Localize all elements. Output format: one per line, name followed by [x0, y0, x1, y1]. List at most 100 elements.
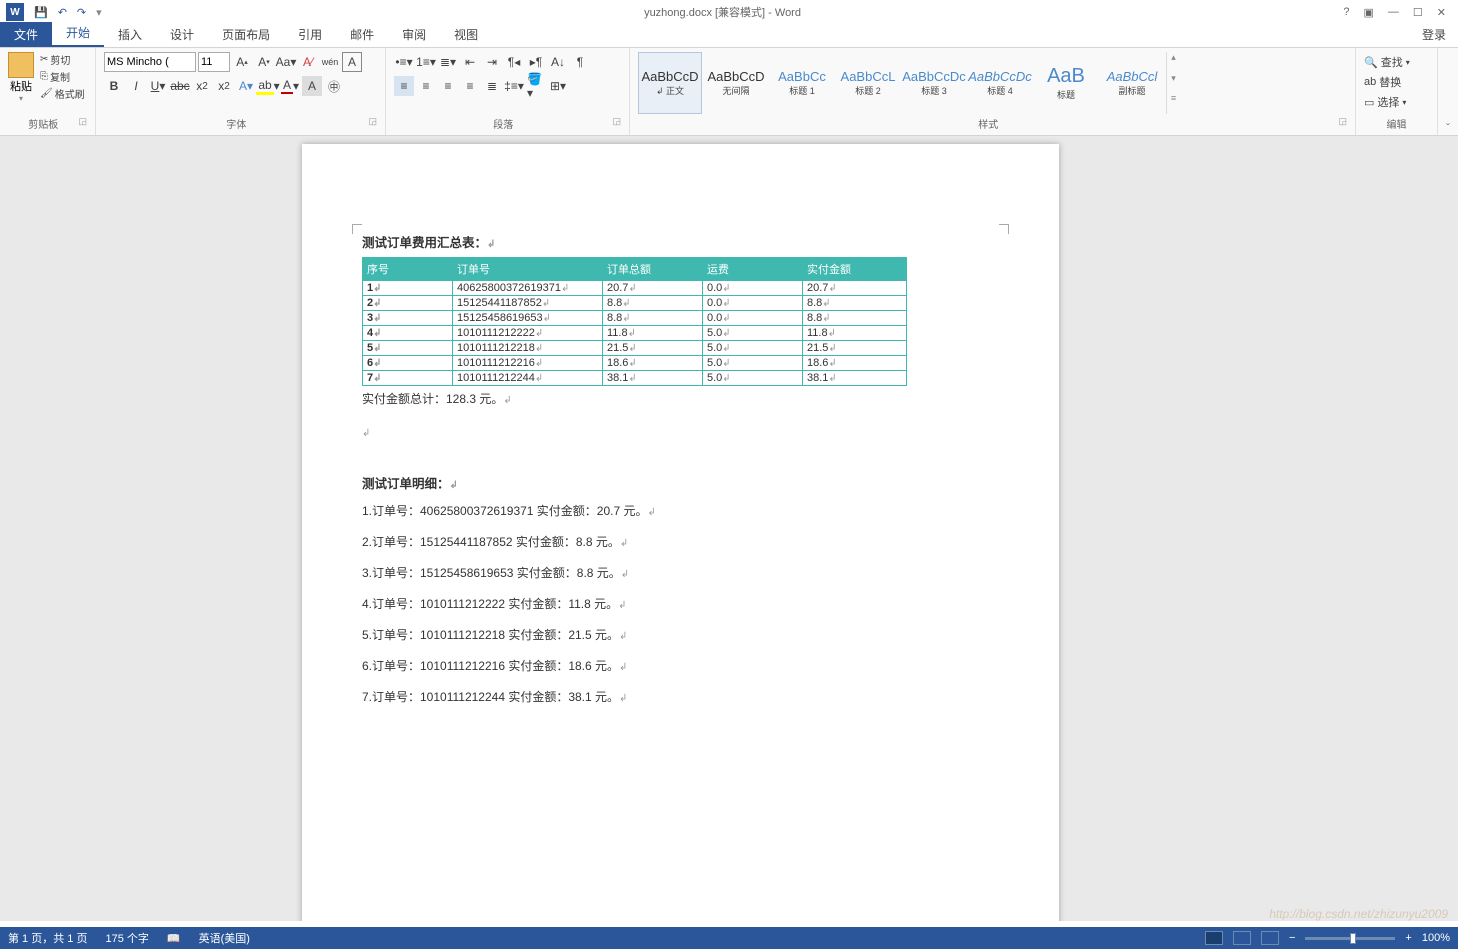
- style-item[interactable]: AaBbCcL标题 2: [836, 52, 900, 114]
- tab-mailings[interactable]: 邮件: [336, 22, 388, 47]
- zoom-in-button[interactable]: +: [1405, 932, 1411, 944]
- table-row: 1↲40625800372619371↲20.7↲0.0↲20.7↲: [363, 281, 907, 296]
- multilevel-button[interactable]: ≣▾: [438, 52, 458, 72]
- show-marks-button[interactable]: ¶: [570, 52, 590, 72]
- cut-button[interactable]: ✂剪切: [40, 52, 85, 67]
- line-spacing-button[interactable]: ‡≡▾: [504, 76, 524, 96]
- page-indicator[interactable]: 第 1 页，共 1 页: [8, 930, 87, 946]
- style-item[interactable]: AaBbCcDc标题 4: [968, 52, 1032, 114]
- bold-button[interactable]: B: [104, 76, 124, 96]
- zoom-out-button[interactable]: −: [1289, 932, 1295, 944]
- group-styles: AaBbCcD↲ 正文AaBbCcD无间隔AaBbCc标题 1AaBbCcL标题…: [630, 48, 1356, 135]
- collapse-ribbon-icon[interactable]: ˇ: [1438, 48, 1458, 135]
- decrease-indent-button[interactable]: ⇤: [460, 52, 480, 72]
- find-button[interactable]: 🔍查找▾: [1364, 52, 1429, 72]
- tab-file[interactable]: 文件: [0, 22, 52, 47]
- style-item[interactable]: AaBbCcDc标题 3: [902, 52, 966, 114]
- paste-icon: [8, 52, 34, 78]
- read-mode-view[interactable]: [1233, 931, 1251, 945]
- help-icon[interactable]: ?: [1343, 6, 1349, 19]
- dialog-launcher-icon[interactable]: ◲: [1338, 116, 1347, 127]
- shrink-font-button[interactable]: A▾: [254, 52, 274, 72]
- increase-indent-button[interactable]: ⇥: [482, 52, 502, 72]
- page-content[interactable]: 测试订单费用汇总表：↲ 序号 订单号 订单总额 运费 实付金额 1↲406258…: [302, 144, 1059, 739]
- highlight-button[interactable]: ab▾: [258, 76, 278, 96]
- grow-font-button[interactable]: A▴: [232, 52, 252, 72]
- clear-format-button[interactable]: A⁄: [298, 52, 318, 72]
- justify-button[interactable]: ≡: [460, 76, 480, 96]
- enclose-char-button[interactable]: ㊥: [324, 76, 344, 96]
- bullets-button[interactable]: •≡▾: [394, 52, 414, 72]
- print-layout-view[interactable]: [1205, 931, 1223, 945]
- strikethrough-button[interactable]: abc: [170, 76, 190, 96]
- title-bar: W 💾 ↶ ↷ ▾ yuzhong.docx [兼容模式] - Word ? ▣…: [0, 0, 1458, 24]
- tab-insert[interactable]: 插入: [104, 22, 156, 47]
- word-count[interactable]: 175 个字: [105, 930, 148, 946]
- zoom-level[interactable]: 100%: [1422, 932, 1450, 944]
- spellcheck-icon[interactable]: 📖: [167, 932, 181, 945]
- sign-in[interactable]: 登录: [1410, 22, 1458, 47]
- align-right-button[interactable]: ≡: [438, 76, 458, 96]
- italic-button[interactable]: I: [126, 76, 146, 96]
- tab-home[interactable]: 开始: [52, 20, 104, 47]
- style-item[interactable]: AaBbCcD无间隔: [704, 52, 768, 114]
- tab-view[interactable]: 视图: [440, 22, 492, 47]
- tab-review[interactable]: 审阅: [388, 22, 440, 47]
- detail-line: 2.订单号：15125441187852 实付金额：8.8 元。↲: [362, 533, 999, 550]
- phonetic-button[interactable]: wén: [320, 52, 340, 72]
- change-case-button[interactable]: Aa▾: [276, 52, 296, 72]
- web-layout-view[interactable]: [1261, 931, 1279, 945]
- char-border-button[interactable]: A: [342, 52, 362, 72]
- replace-button[interactable]: ab替换: [1364, 72, 1429, 92]
- paste-button[interactable]: 粘贴 ▾: [8, 52, 34, 114]
- margin-mark: [352, 224, 362, 234]
- text-effects-button[interactable]: A▾: [236, 76, 256, 96]
- font-name-select[interactable]: [104, 52, 196, 72]
- dialog-launcher-icon[interactable]: ◲: [78, 116, 87, 127]
- font-size-select[interactable]: [198, 52, 230, 72]
- font-color-button[interactable]: A▾: [280, 76, 300, 96]
- dialog-launcher-icon[interactable]: ◲: [368, 116, 377, 127]
- style-item[interactable]: AaBbCcD↲ 正文: [638, 52, 702, 114]
- language-indicator[interactable]: 英语(美国): [199, 930, 250, 946]
- zoom-slider[interactable]: [1305, 937, 1395, 940]
- ltr-button[interactable]: ¶◂: [504, 52, 524, 72]
- underline-button[interactable]: U▾: [148, 76, 168, 96]
- minimize-icon[interactable]: —: [1388, 6, 1399, 19]
- group-clipboard: 粘贴 ▾ ✂剪切 ⎘复制 🖌格式刷 剪贴板◲: [0, 48, 96, 135]
- tab-references[interactable]: 引用: [284, 22, 336, 47]
- tab-layout[interactable]: 页面布局: [208, 22, 284, 47]
- shading-button[interactable]: 🪣▾: [526, 76, 546, 96]
- subscript-button[interactable]: x2: [192, 76, 212, 96]
- save-icon[interactable]: 💾: [34, 6, 48, 19]
- redo-icon[interactable]: ↷: [77, 6, 86, 19]
- group-paragraph: •≡▾ 1≡▾ ≣▾ ⇤ ⇥ ¶◂ ▸¶ A↓ ¶ ≡ ≡ ≡ ≡ ≣ ‡≡▾ …: [386, 48, 630, 135]
- borders-button[interactable]: ⊞▾: [548, 76, 568, 96]
- style-item[interactable]: AaB标题: [1034, 52, 1098, 114]
- quick-access-toolbar: 💾 ↶ ↷ ▾: [30, 6, 102, 19]
- sort-button[interactable]: A↓: [548, 52, 568, 72]
- rtl-button[interactable]: ▸¶: [526, 52, 546, 72]
- superscript-button[interactable]: x2: [214, 76, 234, 96]
- char-shading-button[interactable]: A: [302, 76, 322, 96]
- document-workspace[interactable]: 测试订单费用汇总表：↲ 序号 订单号 订单总额 运费 实付金额 1↲406258…: [0, 136, 1458, 921]
- close-icon[interactable]: ✕: [1437, 6, 1446, 19]
- numbering-button[interactable]: 1≡▾: [416, 52, 436, 72]
- gallery-up-icon[interactable]: ▴: [1167, 52, 1180, 73]
- maximize-icon[interactable]: ☐: [1413, 6, 1423, 19]
- ribbon-options-icon[interactable]: ▣: [1364, 6, 1374, 19]
- style-item[interactable]: AaBbCcl副标题: [1100, 52, 1164, 114]
- style-item[interactable]: AaBbCc标题 1: [770, 52, 834, 114]
- distributed-button[interactable]: ≣: [482, 76, 502, 96]
- table-row: 7↲1010111212244↲38.1↲5.0↲38.1↲: [363, 371, 907, 386]
- dialog-launcher-icon[interactable]: ◲: [612, 116, 621, 127]
- undo-icon[interactable]: ↶: [58, 6, 67, 19]
- align-center-button[interactable]: ≡: [416, 76, 436, 96]
- format-painter-button[interactable]: 🖌格式刷: [40, 86, 85, 101]
- tab-design[interactable]: 设计: [156, 22, 208, 47]
- align-left-button[interactable]: ≡: [394, 76, 414, 96]
- copy-button[interactable]: ⎘复制: [40, 69, 85, 84]
- select-button[interactable]: ▭选择▾: [1364, 92, 1429, 112]
- gallery-down-icon[interactable]: ▾: [1167, 73, 1180, 94]
- gallery-more-icon[interactable]: ≡: [1167, 93, 1180, 114]
